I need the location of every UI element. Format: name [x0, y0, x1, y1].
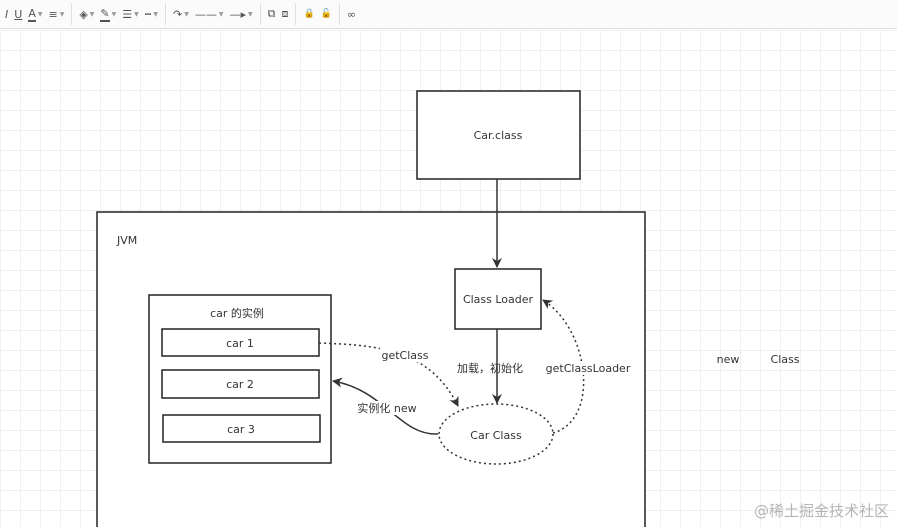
edge-get-class-label: getClass — [381, 349, 428, 362]
edge-get-class-loader-label: getClassLoader — [546, 362, 631, 375]
car-class-node[interactable]: Car Class — [438, 403, 554, 465]
edge-instantiate-label: 实例化 new — [357, 401, 416, 415]
class-loader-label: Class Loader — [463, 293, 534, 306]
car-class-label: Car Class — [470, 429, 522, 442]
instance-label: car 2 — [226, 378, 254, 391]
edge-load-init-label: 加载，初始化 — [457, 361, 523, 375]
instance-car-2[interactable]: car 2 — [161, 369, 320, 399]
jvm-label: JVM — [116, 234, 137, 247]
instance-car-1[interactable]: car 1 — [161, 328, 320, 357]
diagram: Car.class JVM Class Loader car 的实例 car 1… — [96, 90, 800, 527]
instance-car-3[interactable]: car 3 — [162, 414, 321, 443]
car-class-file-node[interactable]: Car.class — [416, 90, 581, 180]
free-text-new[interactable]: new — [717, 353, 740, 366]
car-class-file-label: Car.class — [474, 129, 523, 142]
instance-label: car 1 — [226, 337, 254, 350]
free-text-class[interactable]: Class — [771, 353, 800, 366]
instances-title: car 的实例 — [210, 306, 264, 320]
watermark: @稀土掘金技术社区 — [753, 502, 889, 520]
class-loader-node[interactable]: Class Loader — [454, 268, 542, 330]
instance-label: car 3 — [227, 423, 255, 436]
